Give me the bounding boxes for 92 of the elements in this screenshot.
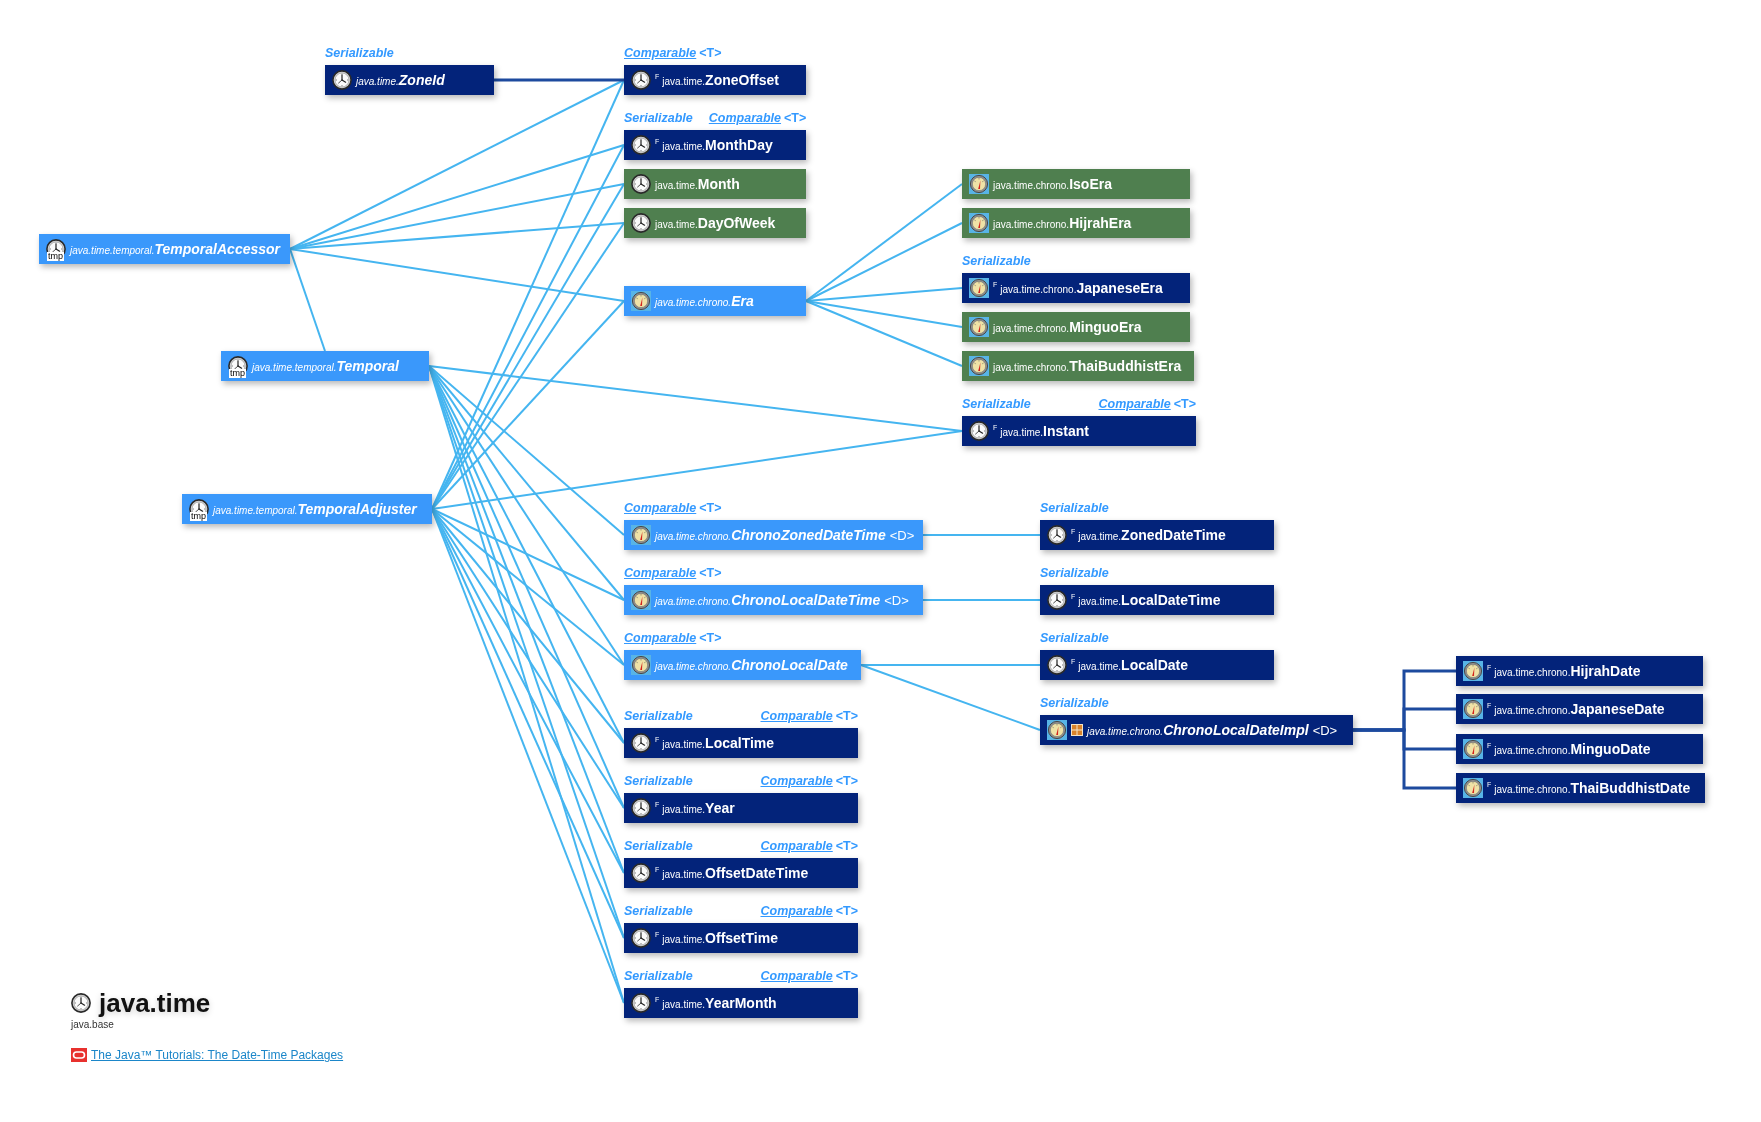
clock-icon: tmp bbox=[228, 356, 248, 376]
gauge-icon bbox=[969, 317, 989, 337]
class-name: java.time.LocalTime bbox=[662, 735, 775, 751]
interface-label: Serializable bbox=[624, 708, 693, 724]
class-name: java.time.Month bbox=[655, 176, 740, 192]
class-name: java.time.ZoneOffset bbox=[662, 72, 779, 88]
clock-icon bbox=[631, 174, 651, 194]
class-name: java.time.chrono.ChronoZonedDateTime <D> bbox=[655, 527, 915, 543]
gauge-icon bbox=[631, 525, 651, 545]
clock-icon bbox=[631, 928, 651, 948]
interface-link[interactable]: Comparable <T> bbox=[624, 565, 722, 581]
interface-label: Serializable bbox=[1040, 565, 1109, 581]
class-name: java.time.ZoneId bbox=[356, 72, 445, 88]
class-name: java.time.temporal.TemporalAccessor bbox=[70, 241, 281, 257]
interface-label: Serializable bbox=[1040, 630, 1109, 646]
clock-icon bbox=[631, 733, 651, 753]
class-name: java.time.chrono.MinguoEra bbox=[993, 319, 1142, 335]
gauge-icon bbox=[1463, 661, 1483, 681]
clock-icon bbox=[332, 70, 352, 90]
gauge-icon bbox=[1463, 778, 1483, 798]
interface-label: Serializable bbox=[325, 45, 394, 61]
class-name: java.time.chrono.Era bbox=[655, 293, 754, 309]
interface-link[interactable]: Comparable <T> bbox=[760, 708, 858, 724]
tiles-icon bbox=[1071, 724, 1083, 736]
class-name: java.time.Instant bbox=[1000, 423, 1089, 439]
interface-link[interactable]: Comparable <T> bbox=[624, 500, 722, 516]
clock-icon bbox=[631, 993, 651, 1013]
gauge-icon bbox=[969, 278, 989, 298]
clock-icon bbox=[969, 421, 989, 441]
class-name: java.time.chrono.IsoEra bbox=[993, 176, 1112, 192]
class-name: java.time.YearMonth bbox=[662, 995, 777, 1011]
gauge-icon bbox=[631, 590, 651, 610]
interface-link[interactable]: Comparable <T> bbox=[624, 630, 722, 646]
interface-label: Serializable bbox=[962, 396, 1031, 412]
class-name: java.time.chrono.ChronoLocalDate bbox=[655, 657, 848, 673]
gauge-icon bbox=[631, 291, 651, 311]
class-name: java.time.Year bbox=[662, 800, 735, 816]
class-name: java.time.chrono.JapaneseDate bbox=[1494, 701, 1665, 717]
class-name: java.time.chrono.ChronoLocalDateImpl <D> bbox=[1087, 722, 1338, 738]
gauge-icon bbox=[969, 174, 989, 194]
class-name: java.time.chrono.HijrahEra bbox=[993, 215, 1132, 231]
clock-icon: tmp bbox=[46, 239, 66, 259]
class-name: java.time.chrono.HijrahDate bbox=[1494, 663, 1641, 679]
class-name: java.time.chrono.ThaiBuddhistEra bbox=[993, 358, 1182, 374]
clock-icon bbox=[631, 135, 651, 155]
class-name: java.time.DayOfWeek bbox=[655, 215, 776, 231]
module-name: java.base bbox=[71, 1019, 114, 1030]
interface-label: Serializable bbox=[624, 968, 693, 984]
gauge-icon bbox=[631, 655, 651, 675]
interface-link[interactable]: Comparable <T> bbox=[760, 968, 858, 984]
class-name: java.time.chrono.ChronoLocalDateTime <D> bbox=[655, 592, 909, 608]
interface-link[interactable]: Comparable <T> bbox=[1098, 396, 1196, 412]
clock-icon: tmp bbox=[189, 499, 209, 519]
clock-icon bbox=[1047, 525, 1067, 545]
interface-label: Serializable bbox=[624, 773, 693, 789]
gauge-icon bbox=[1463, 739, 1483, 759]
clock-icon bbox=[631, 863, 651, 883]
package-title: java.time bbox=[99, 988, 211, 1018]
clock-icon bbox=[631, 70, 651, 90]
gauge-icon bbox=[969, 356, 989, 376]
clock-icon bbox=[71, 993, 91, 1013]
class-name: java.time.chrono.MinguoDate bbox=[1494, 741, 1651, 757]
interface-label: Serializable bbox=[624, 110, 693, 126]
gauge-icon bbox=[1047, 720, 1067, 740]
clock-icon bbox=[631, 213, 651, 233]
class-name: java.time.chrono.ThaiBuddhistDate bbox=[1494, 780, 1691, 796]
interface-link[interactable]: Comparable <T> bbox=[760, 838, 858, 854]
interface-label: Serializable bbox=[1040, 695, 1109, 711]
tutorial-link[interactable]: The Java™ Tutorials: The Date-Time Packages bbox=[71, 1048, 344, 1062]
class-name: java.time.MonthDay bbox=[662, 137, 773, 153]
interface-label: Serializable bbox=[1040, 500, 1109, 516]
class-name: java.time.temporal.Temporal bbox=[252, 358, 399, 374]
interface-label: Serializable bbox=[624, 838, 693, 854]
interface-label: Serializable bbox=[962, 253, 1031, 269]
ring-icon bbox=[71, 1048, 87, 1062]
interface-label: Serializable bbox=[624, 903, 693, 919]
clock-icon bbox=[631, 798, 651, 818]
gauge-icon bbox=[969, 213, 989, 233]
class-name: java.time.OffsetDateTime bbox=[662, 865, 809, 881]
class-name: java.time.temporal.TemporalAdjuster bbox=[213, 501, 417, 517]
gauge-icon bbox=[1463, 699, 1483, 719]
interface-link[interactable]: Comparable <T> bbox=[708, 110, 807, 126]
class-name: java.time.LocalDate bbox=[1078, 657, 1188, 673]
interface-link[interactable]: Comparable <T> bbox=[760, 903, 858, 919]
clock-icon bbox=[1047, 590, 1067, 610]
class-name: java.time.LocalDateTime bbox=[1078, 592, 1221, 608]
class-name: java.time.ZonedDateTime bbox=[1078, 527, 1226, 543]
class-name: java.time.chrono.JapaneseEra bbox=[1000, 280, 1163, 296]
class-name: java.time.OffsetTime bbox=[662, 930, 778, 946]
interface-link[interactable]: Comparable <T> bbox=[624, 45, 722, 61]
interface-link[interactable]: Comparable <T> bbox=[760, 773, 858, 789]
clock-icon bbox=[1047, 655, 1067, 675]
